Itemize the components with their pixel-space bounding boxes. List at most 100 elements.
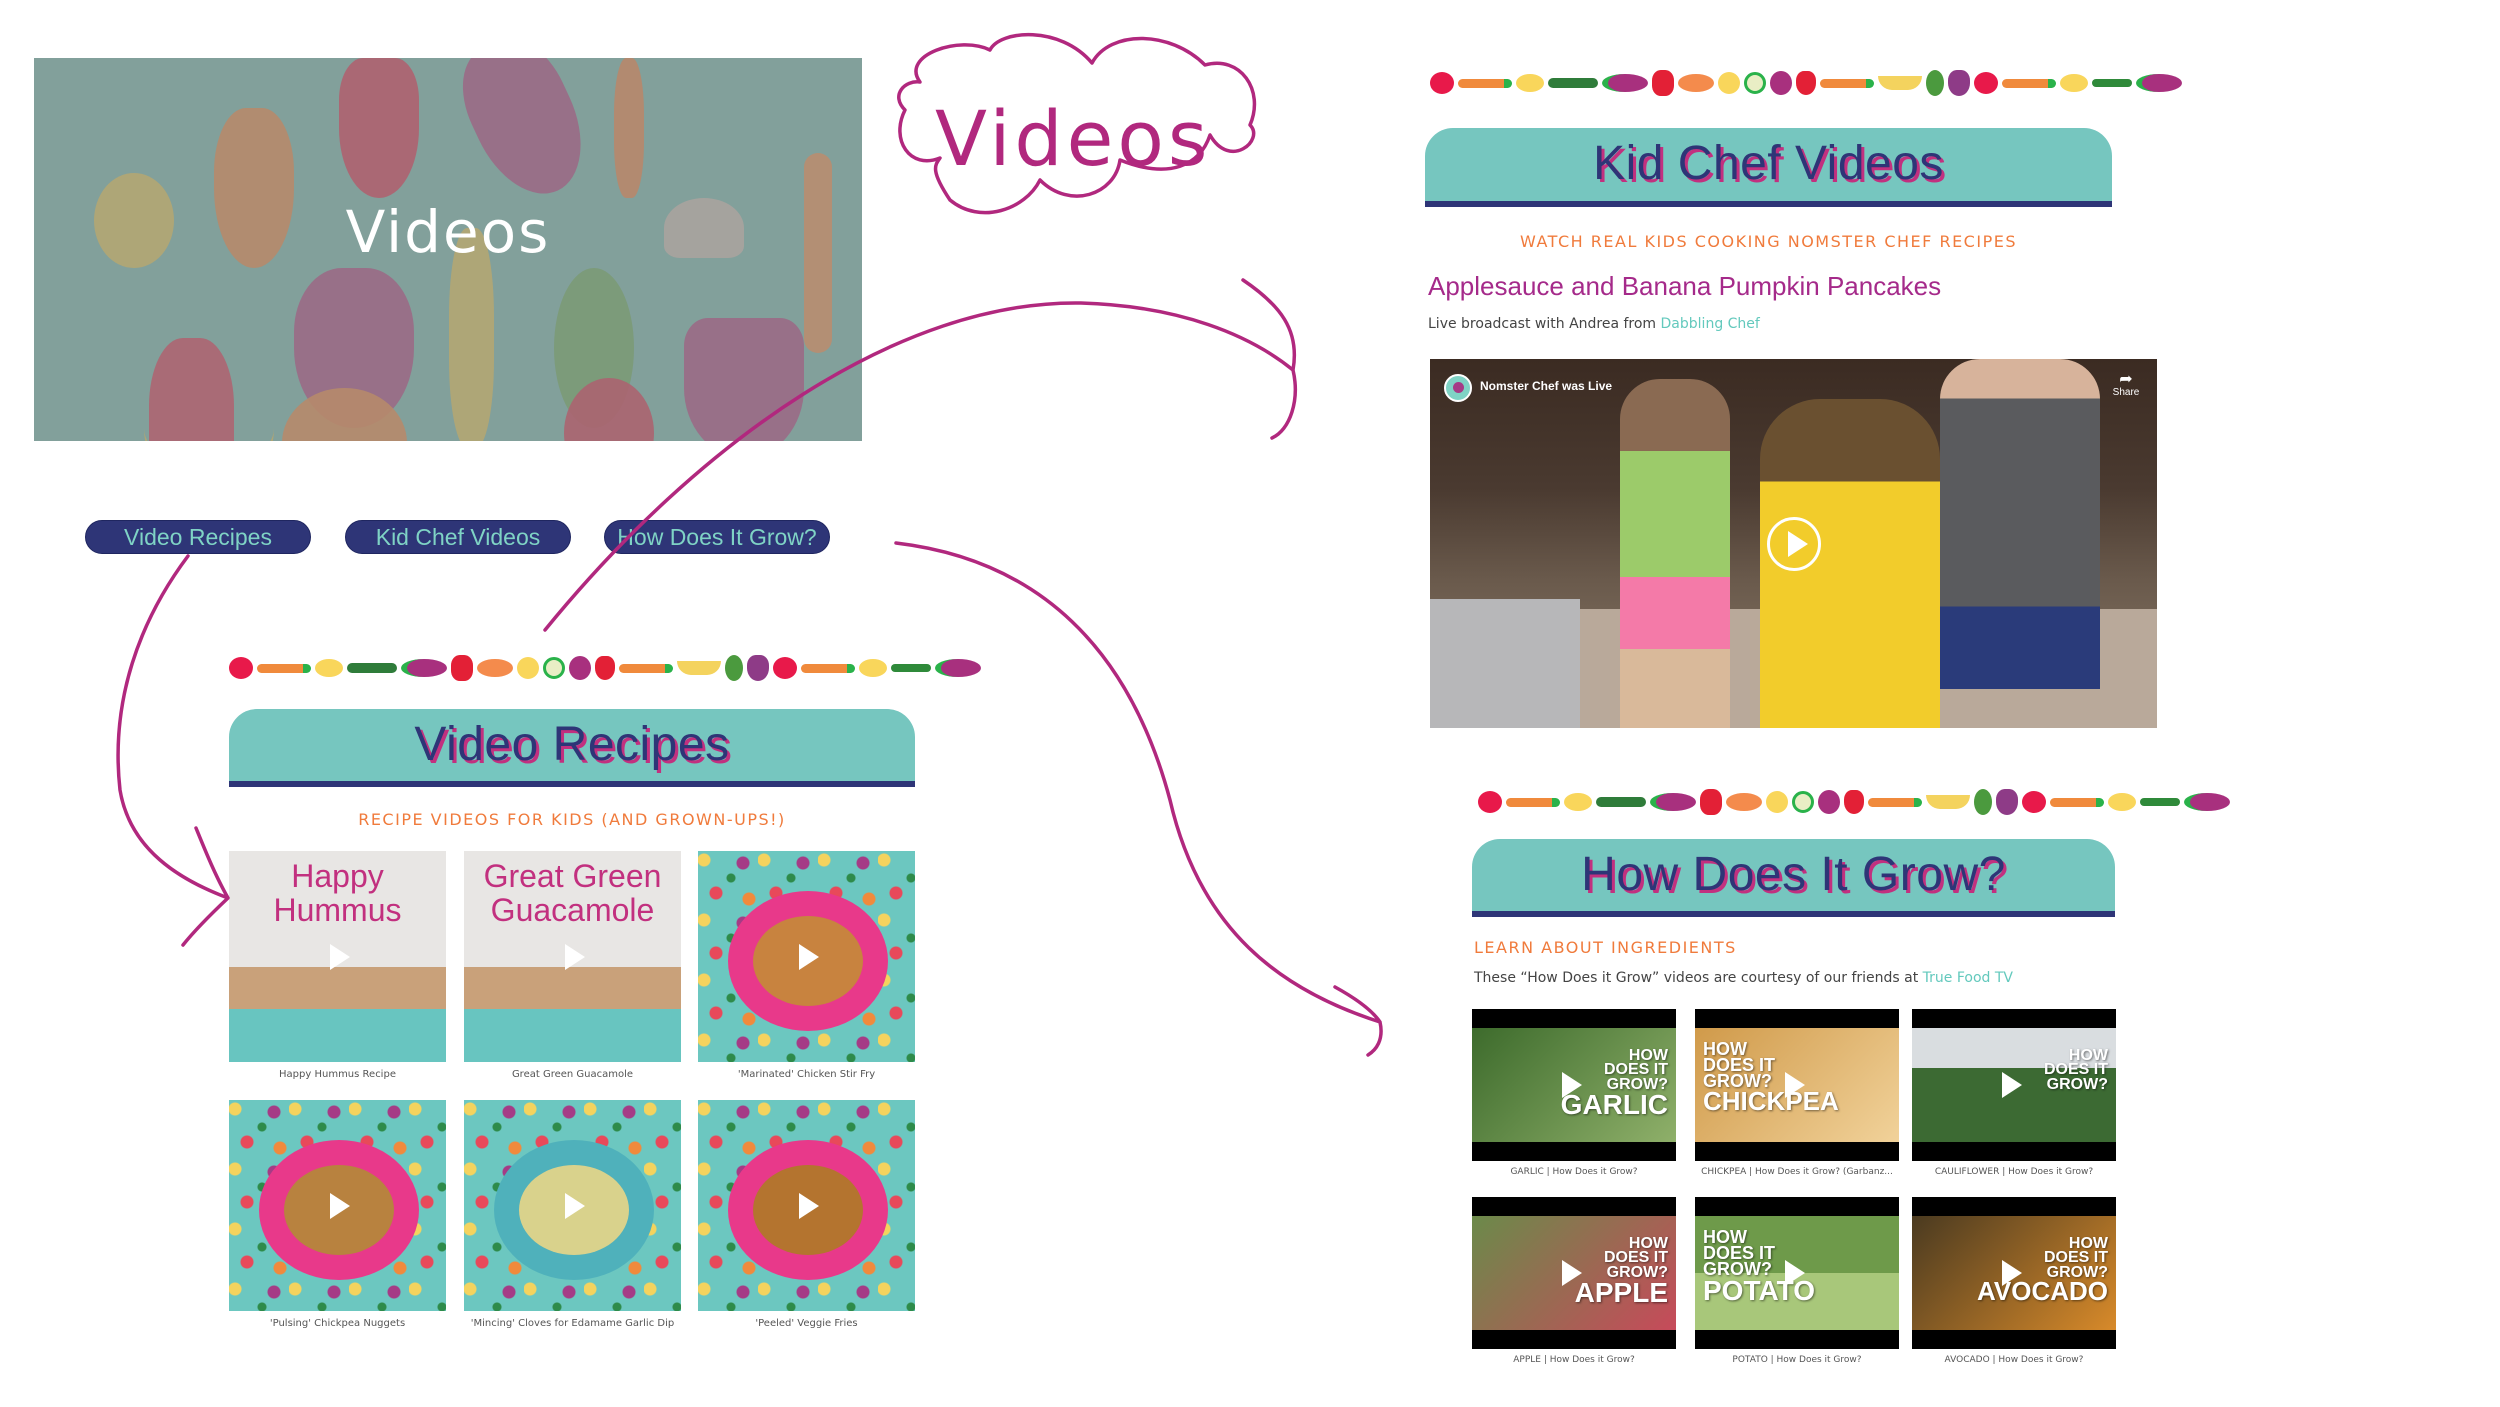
eggplant-icon <box>1602 74 1648 92</box>
play-icon <box>329 1192 350 1219</box>
grow-video-thumbnail[interactable]: HOW DOES IT GROW? GARLIC <box>1472 1009 1676 1161</box>
girl-figure <box>1620 379 1730 728</box>
kid-chef-description: Live broadcast with Andrea from Dabbling… <box>1428 316 1760 332</box>
video-recipes-banner: Video Recipes <box>229 709 915 787</box>
nav-video-recipes-button[interactable]: Video Recipes <box>85 520 311 554</box>
avocado-icon <box>725 655 743 681</box>
kid-chef-recipe-title: Applesauce and Banana Pumpkin Pancakes <box>1428 271 1942 301</box>
channel-avatar <box>1444 374 1472 402</box>
thumbnail-title-overlay: Great Green Guacamole <box>483 858 662 928</box>
grow-video-thumbnail[interactable]: HOW DOES IT GROW? CHICKPEA <box>1695 1009 1899 1161</box>
herb-icon <box>2140 798 2180 806</box>
eggplant-icon <box>2184 793 2230 811</box>
pepper-icon <box>451 655 473 681</box>
grow-video-thumbnail[interactable]: HOW DOES IT GROW? APPLE <box>1472 1197 1676 1349</box>
recipe-video-caption[interactable]: 'Marinated' Chicken Stir Fry <box>698 1069 915 1080</box>
thumbnail-title-overlay: HOW DOES IT GROW? APPLE <box>1574 1235 1668 1309</box>
kid-chef-title: Kid Chef Videos <box>1593 137 1944 190</box>
grow-video-thumbnail[interactable]: HOW DOES IT GROW? <box>1912 1009 2116 1161</box>
tomato-icon <box>229 657 253 679</box>
carrot-icon <box>1506 797 1560 807</box>
carrot-icon <box>257 663 311 673</box>
recipe-video-caption[interactable]: 'Pulsing' Chickpea Nuggets <box>229 1318 446 1329</box>
apple-icon <box>517 657 539 679</box>
boy-figure <box>1940 359 2100 689</box>
grow-video-caption[interactable]: GARLIC | How Does it Grow? <box>1472 1167 1676 1177</box>
play-icon <box>798 943 819 970</box>
nav-how-does-it-grow-button[interactable]: How Does It Grow? <box>604 520 830 554</box>
how-grow-subtitle: LEARN ABOUT INGREDIENTS <box>1474 938 1737 957</box>
play-icon <box>1562 1260 1582 1286</box>
recipe-video-thumbnail[interactable]: Happy Hummus <box>229 851 446 1062</box>
facebook-video-player[interactable]: Nomster Chef was Live ➦ Share <box>1430 359 2157 728</box>
grow-video-caption[interactable]: POTATO | How Does it Grow? <box>1695 1355 1899 1365</box>
kiwi-icon <box>1744 72 1766 94</box>
recipe-video-caption[interactable]: 'Mincing' Cloves for Edamame Garlic Dip <box>464 1318 681 1329</box>
squash-icon <box>477 659 513 677</box>
true-food-tv-link[interactable]: True Food TV <box>1923 970 2013 986</box>
lemon-icon <box>2108 793 2136 811</box>
avocado-icon <box>1974 789 1992 815</box>
apple-icon <box>1718 72 1740 94</box>
nav-kid-chef-videos-button[interactable]: Kid Chef Videos <box>345 520 571 554</box>
pepper-icon <box>1700 789 1722 815</box>
vegetable-divider <box>1430 68 2182 98</box>
recipe-video-thumbnail[interactable] <box>698 1100 915 1311</box>
grow-video-thumbnail[interactable]: HOW DOES IT GROW? AVOCADO <box>1912 1197 2116 1349</box>
banana-icon <box>1926 795 1970 809</box>
recipe-video-caption[interactable]: 'Peeled' Veggie Fries <box>698 1318 915 1329</box>
squash-icon <box>1726 793 1762 811</box>
grow-video-thumbnail[interactable]: HOW DOES IT GROW? POTATO <box>1695 1197 1899 1349</box>
carrot-icon <box>2002 78 2056 88</box>
share-button[interactable]: ➦ Share <box>2109 371 2143 399</box>
cucumber-icon <box>347 663 397 673</box>
kid-chef-banner: Kid Chef Videos <box>1425 128 2112 207</box>
how-grow-banner: How Does It Grow? <box>1472 839 2115 917</box>
kid-chef-subtitle: WATCH REAL KIDS COOKING NOMSTER CHEF REC… <box>1520 232 2017 251</box>
tomato-icon <box>1974 72 1998 94</box>
apple-icon <box>1766 791 1788 813</box>
eggplant-icon <box>2136 74 2182 92</box>
grow-video-caption[interactable]: CAULIFLOWER | How Does it Grow? <box>1912 1167 2116 1177</box>
lemon-icon <box>315 659 343 677</box>
thumbnail-title-overlay: HOW DOES IT GROW? AVOCADO <box>1977 1235 2108 1304</box>
carrot-icon <box>801 663 855 673</box>
play-button[interactable] <box>1767 517 1821 571</box>
description-text: These “How Does it Grow” videos are cour… <box>1474 970 1919 986</box>
grow-video-caption[interactable]: CHICKPEA | How Does it Grow? (Garbanz... <box>1695 1167 1899 1177</box>
carrot-icon <box>1458 78 1512 88</box>
grow-video-caption[interactable]: AVOCADO | How Does it Grow? <box>1912 1355 2116 1365</box>
recipe-video-thumbnail[interactable] <box>698 851 915 1062</box>
grapes-icon <box>747 655 769 681</box>
hero-title: Videos <box>345 198 551 266</box>
cucumber-icon <box>1596 797 1646 807</box>
video-recipes-title: Video Recipes <box>414 718 730 771</box>
overlay-ingredient: APPLE <box>1574 1277 1668 1309</box>
squash-icon <box>1678 74 1714 92</box>
grow-video-caption[interactable]: APPLE | How Does it Grow? <box>1472 1355 1676 1365</box>
play-icon <box>1562 1072 1582 1098</box>
how-grow-description: These “How Does it Grow” videos are cour… <box>1474 970 2013 986</box>
recipe-video-caption[interactable]: Happy Hummus Recipe <box>229 1069 446 1080</box>
play-icon <box>1785 1072 1805 1098</box>
recipe-video-thumbnail[interactable] <box>464 1100 681 1311</box>
carrot-illustration <box>614 58 644 198</box>
colander-illustration <box>684 318 804 441</box>
overlay-line: GROW? <box>2046 1075 2108 1093</box>
recipe-video-thumbnail[interactable] <box>229 1100 446 1311</box>
carrot-icon <box>2050 797 2104 807</box>
kiwi-icon <box>1792 791 1814 813</box>
recipe-video-thumbnail[interactable]: Great Green Guacamole <box>464 851 681 1062</box>
kiwi-icon <box>543 657 565 679</box>
dabbling-chef-link[interactable]: Dabbling Chef <box>1661 316 1760 332</box>
eggplant-icon <box>401 659 447 677</box>
play-icon <box>1785 1260 1805 1286</box>
channel-name[interactable]: Nomster Chef was Live <box>1480 379 1612 393</box>
recipe-video-caption[interactable]: Great Green Guacamole <box>464 1069 681 1080</box>
play-icon <box>564 943 585 970</box>
lemon-icon <box>859 659 887 677</box>
vegetable-divider <box>1478 787 2230 817</box>
lemon-icon <box>2060 74 2088 92</box>
lemon-icon <box>1564 793 1592 811</box>
tomato-icon <box>1478 791 1502 813</box>
